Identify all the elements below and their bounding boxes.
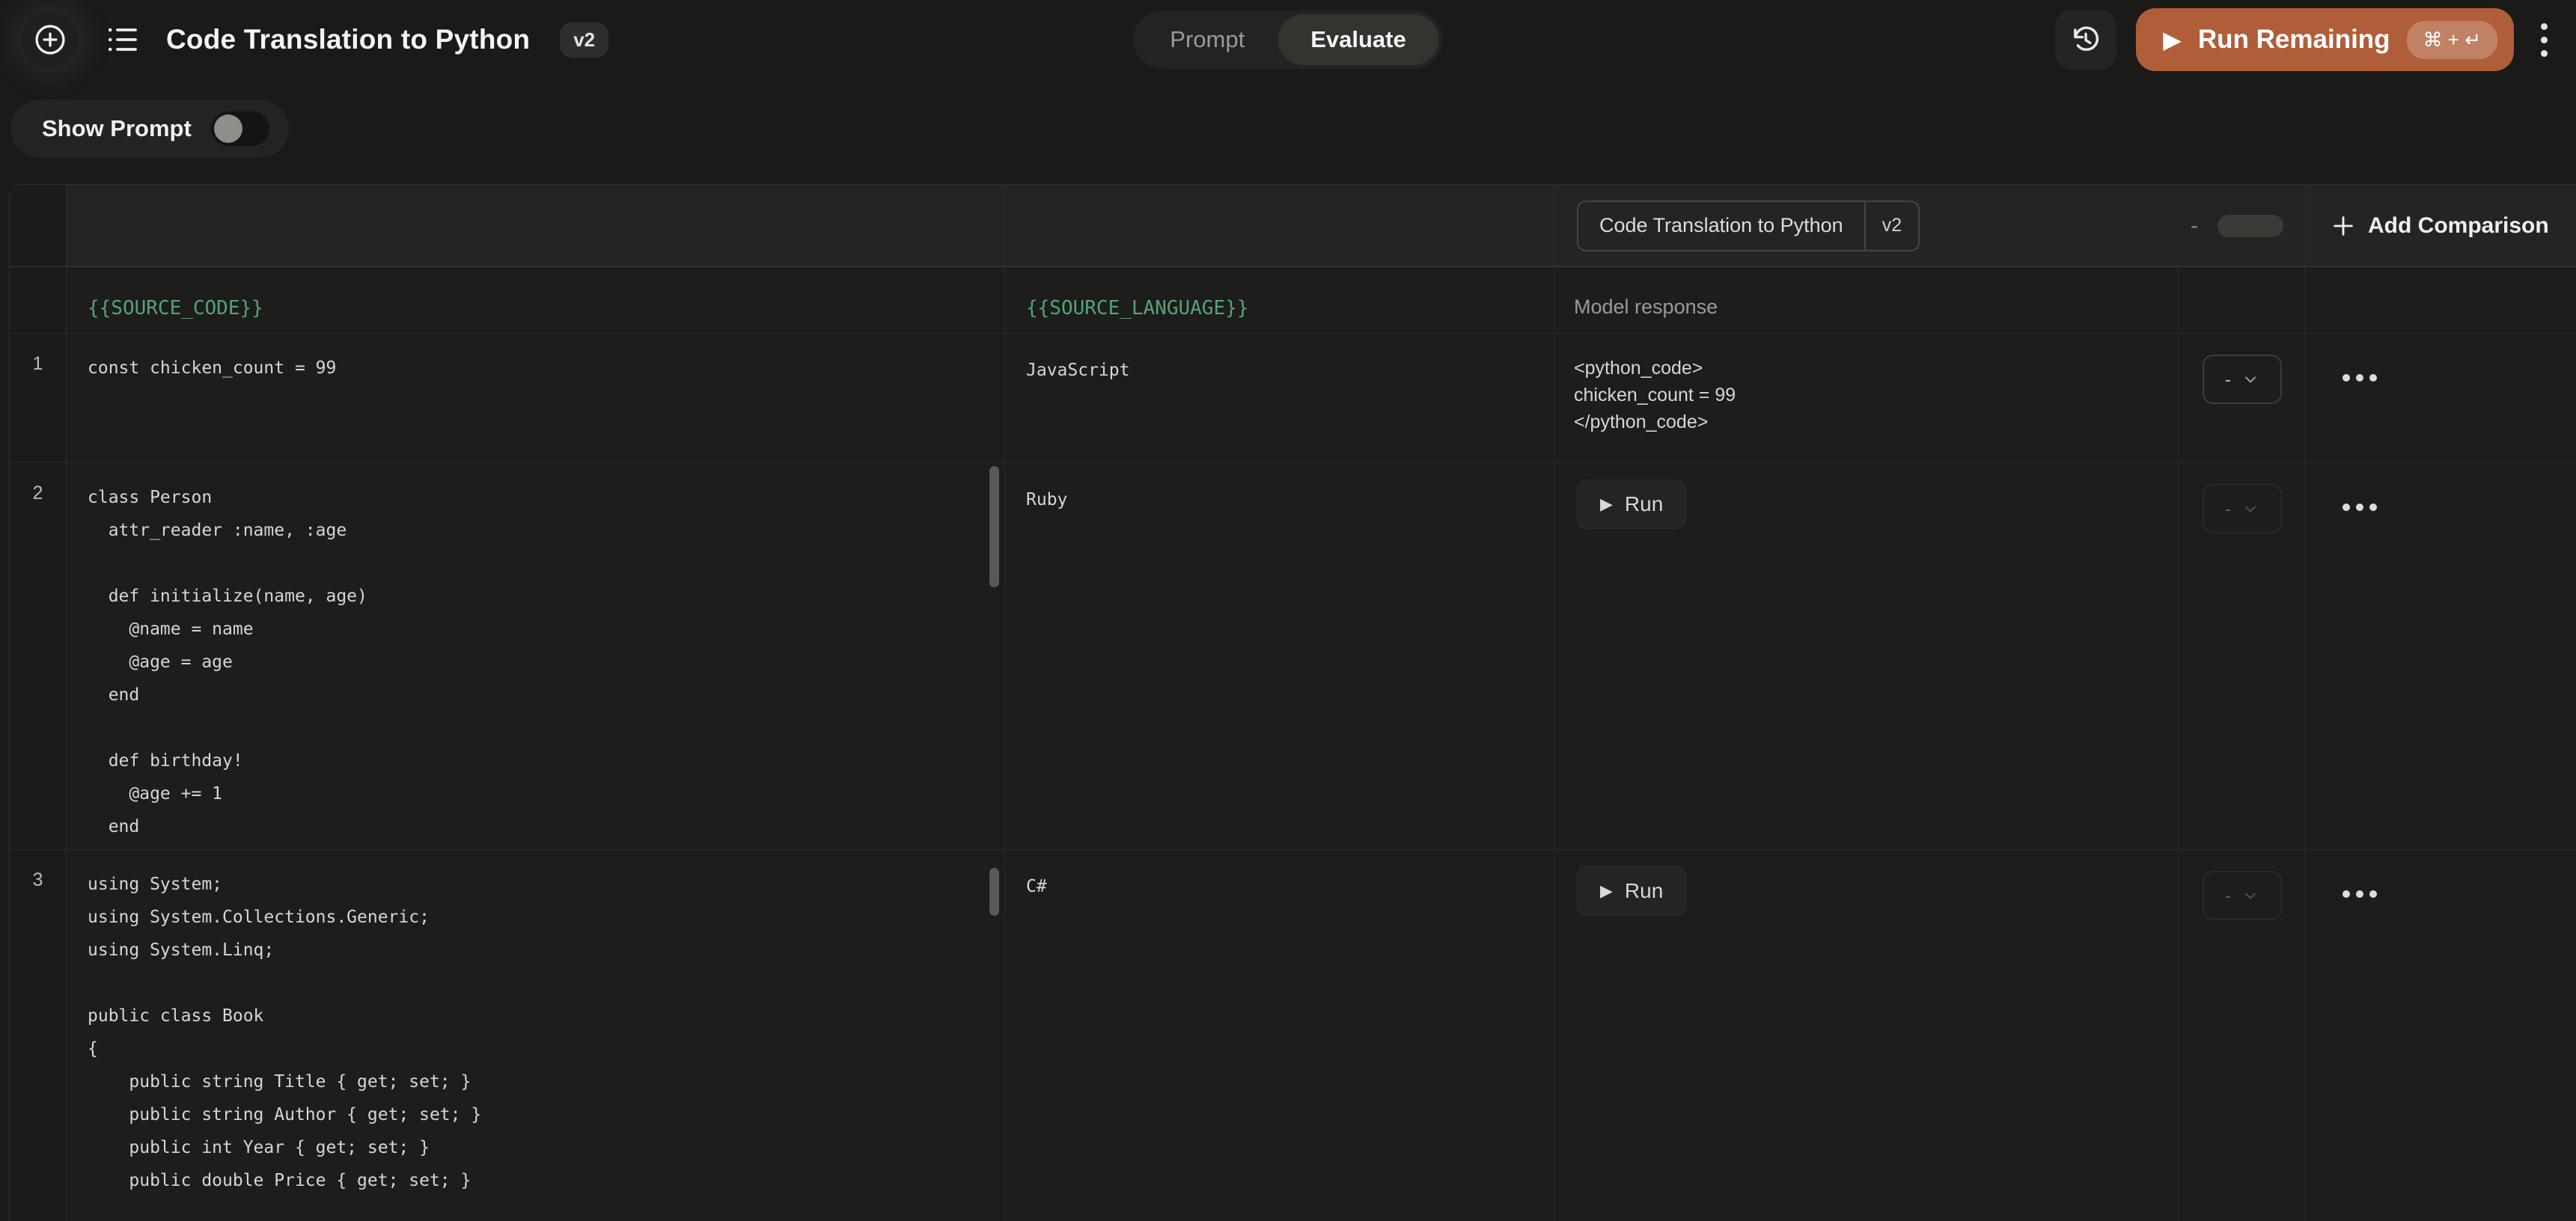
add-comparison-button[interactable]: Add Comparison — [2331, 213, 2549, 239]
ellipsis-icon — [2342, 504, 2350, 511]
model-selector-version: v2 — [1864, 202, 1918, 250]
model-response-cell[interactable]: <python_code> chicken_count = 99 </pytho… — [1554, 334, 2179, 462]
plus-icon — [2331, 213, 2356, 239]
list-icon — [105, 22, 141, 58]
source-code-text: using System; using System.Collections.G… — [67, 850, 1004, 1197]
run-row-label: Run — [1625, 492, 1663, 516]
ellipsis-icon — [2342, 890, 2350, 898]
header-source-language-cell — [1005, 185, 1554, 266]
row-actions-cell — [2305, 463, 2576, 849]
toggle-knob — [214, 114, 242, 143]
show-prompt-label: Show Prompt — [42, 115, 192, 142]
tab-evaluate[interactable]: Evaluate — [1278, 14, 1439, 65]
keyboard-shortcut-badge: ⌘ + ↵ — [2407, 21, 2497, 59]
model-selector-button[interactable]: Code Translation to Python v2 — [1577, 201, 1920, 251]
evaluation-table: Code Translation to Python v2 - Add Comp… — [9, 184, 2576, 1221]
ellipsis-icon — [2342, 374, 2350, 382]
source-language-cell[interactable]: JavaScript — [1005, 334, 1554, 462]
header-model-cell: Code Translation to Python v2 - — [1554, 185, 2305, 266]
history-button[interactable] — [2055, 10, 2116, 70]
run-row-label: Run — [1625, 879, 1663, 903]
column-source-language: {{SOURCE_LANGUAGE}} — [1005, 267, 1554, 333]
chevron-down-icon — [2241, 887, 2259, 905]
score-cell: - — [2179, 850, 2305, 1221]
top-bar: Code Translation to Python v2 Prompt Eva… — [0, 0, 2576, 79]
topbar-right-group: ▶ Run Remaining ⌘ + ↵ — [2055, 8, 2555, 71]
score-value: - — [2225, 368, 2232, 391]
run-row-button[interactable]: ▶ Run — [1577, 866, 1686, 916]
new-item-button[interactable] — [21, 10, 79, 69]
score-dropdown[interactable]: - — [2203, 484, 2282, 533]
table-row: 3 using System; using System.Collections… — [10, 850, 2576, 1221]
column-source-code: {{SOURCE_CODE}} — [67, 267, 1005, 333]
tab-prompt[interactable]: Prompt — [1137, 14, 1278, 65]
play-icon: ▶ — [1600, 883, 1613, 899]
source-code-cell[interactable]: class Person attr_reader :name, :age def… — [67, 463, 1005, 849]
prompt-list-button[interactable] — [105, 22, 141, 58]
source-language-cell[interactable]: C# — [1005, 850, 1554, 1221]
run-remaining-button[interactable]: ▶ Run Remaining ⌘ + ↵ — [2136, 8, 2514, 71]
row-actions-cell — [2305, 334, 2576, 462]
add-comparison-cell: Add Comparison — [2305, 185, 2576, 266]
row-actions-cell — [2305, 850, 2576, 1221]
chevron-down-icon — [2241, 500, 2259, 518]
score-dropdown[interactable]: - — [2203, 355, 2282, 404]
table-row: 1 const chicken_count = 99 JavaScript <p… — [10, 334, 2576, 463]
chevron-down-icon — [2241, 370, 2259, 388]
mode-tabs: Prompt Evaluate — [1133, 10, 1442, 69]
history-clock-icon — [2069, 22, 2103, 57]
column-header-row: {{SOURCE_CODE}} {{SOURCE_LANGUAGE}} Mode… — [10, 267, 2576, 334]
model-response-text: <python_code> chicken_count = 99 </pytho… — [1554, 334, 2178, 435]
source-code-text: const chicken_count = 99 — [67, 334, 1004, 385]
show-prompt-toggle[interactable] — [211, 111, 269, 146]
play-icon: ▶ — [2163, 28, 2182, 52]
kebab-icon — [2541, 23, 2548, 30]
row-menu-button[interactable] — [2342, 374, 2377, 382]
source-language-cell[interactable]: Ruby — [1005, 463, 1554, 849]
add-comparison-label: Add Comparison — [2368, 213, 2549, 239]
model-response-cell: ▶ Run — [1554, 463, 2179, 849]
row-menu-button[interactable] — [2342, 504, 2377, 511]
score-value: - — [2225, 884, 2232, 908]
overflow-menu-button[interactable] — [2533, 16, 2555, 64]
source-code-cell[interactable]: const chicken_count = 99 — [67, 334, 1005, 462]
show-prompt-bar: Show Prompt — [10, 100, 289, 158]
cell-scrollbar[interactable] — [989, 466, 999, 587]
score-dropdown[interactable]: - — [2203, 871, 2282, 920]
gutter-header-cell — [10, 267, 67, 333]
average-score-dash: - — [2191, 213, 2218, 239]
row-number: 3 — [10, 850, 67, 1221]
table-row: 2 class Person attr_reader :name, :age d… — [10, 463, 2576, 850]
column-model-response: Model response — [1554, 267, 2179, 333]
run-row-button[interactable]: ▶ Run — [1577, 480, 1686, 529]
header-source-code-cell — [67, 185, 1005, 266]
row-number: 1 — [10, 334, 67, 462]
row-number: 2 — [10, 463, 67, 849]
version-badge: v2 — [560, 22, 608, 58]
plus-circle-icon — [31, 21, 69, 58]
model-selector-name: Code Translation to Python — [1578, 202, 1864, 250]
play-icon: ▶ — [1600, 496, 1613, 512]
header-gutter-cell — [10, 185, 67, 266]
score-pill — [2218, 215, 2283, 237]
cell-scrollbar[interactable] — [989, 868, 999, 916]
score-cell: - — [2179, 463, 2305, 849]
model-header-row: Code Translation to Python v2 - Add Comp… — [10, 185, 2576, 267]
score-value: - — [2225, 498, 2232, 521]
score-cell: - — [2179, 334, 2305, 462]
page-title: Code Translation to Python — [166, 24, 530, 55]
source-code-cell[interactable]: using System; using System.Collections.G… — [67, 850, 1005, 1221]
column-score — [2179, 267, 2305, 333]
source-code-text: class Person attr_reader :name, :age def… — [67, 463, 1004, 843]
run-remaining-label: Run Remaining — [2198, 25, 2390, 55]
column-actions — [2305, 267, 2576, 333]
topbar-left-group: Code Translation to Python v2 — [21, 10, 608, 69]
row-menu-button[interactable] — [2342, 890, 2377, 898]
model-response-cell: ▶ Run — [1554, 850, 2179, 1221]
